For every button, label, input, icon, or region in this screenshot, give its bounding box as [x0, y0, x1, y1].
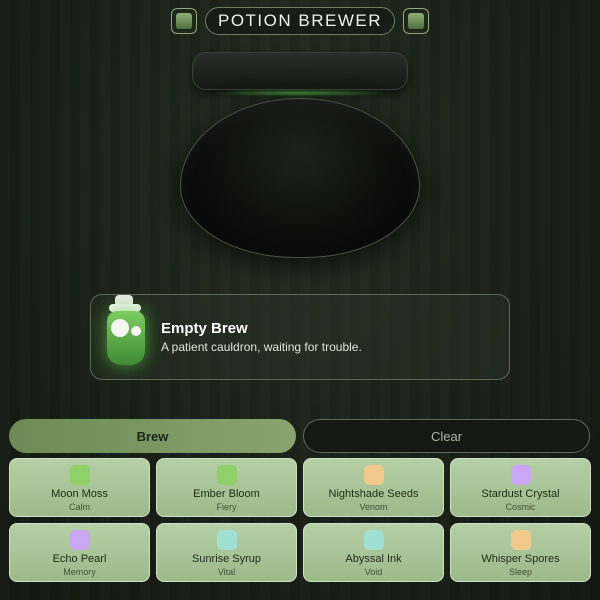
ingredient-name: Whisper Spores — [481, 553, 560, 565]
app-title: POTION BREWER — [204, 7, 395, 35]
ingredient-swatch-icon — [510, 465, 531, 485]
square-icon — [175, 13, 192, 29]
ingredient-swatch-icon — [216, 530, 237, 550]
clear-button[interactable]: Clear — [303, 419, 590, 453]
ingredient-effect: Memory — [63, 567, 96, 577]
ingredient-card[interactable]: Abyssal Ink Void — [303, 523, 444, 582]
ingredient-effect: Calm — [68, 502, 90, 512]
ingredient-effect: Void — [364, 567, 383, 577]
ingredient-name: Abyssal Ink — [345, 553, 402, 565]
ingredient-swatch-icon — [363, 530, 384, 550]
ingredient-card[interactable]: Echo Pearl Memory — [9, 523, 150, 582]
top-bar: POTION BREWER — [0, 6, 600, 36]
brew-button[interactable]: Brew — [9, 419, 296, 453]
ingredient-name: Nightshade Seeds — [328, 488, 419, 500]
ingredient-name: Stardust Crystal — [481, 488, 560, 500]
ingredient-name: Sunrise Syrup — [191, 553, 262, 565]
ingredient-card[interactable]: Whisper Spores Sleep — [450, 523, 591, 582]
ingredient-swatch-icon — [69, 465, 90, 485]
ingredient-effect: Cosmic — [505, 502, 536, 512]
ingredient-card[interactable]: Nightshade Seeds Venom — [303, 458, 444, 517]
brew-info-card: Empty Brew A patient cauldron, waiting f… — [90, 294, 510, 380]
square-icon — [408, 13, 424, 29]
brew-description: A patient cauldron, waiting for trouble. — [161, 340, 362, 354]
ingredient-name: Moon Moss — [51, 488, 108, 500]
left-menu-button[interactable] — [170, 8, 197, 34]
ingredient-effect: Sleep — [508, 567, 533, 577]
ingredient-swatch-icon — [216, 465, 237, 485]
cauldron-lid — [192, 52, 408, 90]
potion-bottle-icon — [107, 295, 145, 379]
brew-name: Empty Brew — [161, 320, 248, 337]
ingredient-card[interactable]: Ember Bloom Fiery — [156, 458, 297, 517]
ingredient-effect: Fiery — [216, 502, 237, 512]
right-menu-button[interactable] — [403, 8, 429, 34]
ingredient-card[interactable]: Sunrise Syrup Vital — [156, 523, 297, 582]
ingredient-swatch-icon — [69, 530, 90, 550]
ingredient-effect: Vital — [217, 567, 236, 577]
cauldron[interactable] — [180, 98, 420, 258]
ingredient-name: Ember Bloom — [193, 488, 260, 500]
ingredient-swatch-icon — [363, 465, 384, 485]
ingredient-card[interactable]: Moon Moss Calm — [9, 458, 150, 517]
ingredient-card[interactable]: Stardust Crystal Cosmic — [450, 458, 591, 517]
ingredient-swatch-icon — [510, 530, 531, 550]
cauldron-glow — [210, 90, 390, 96]
ingredient-name: Echo Pearl — [52, 553, 107, 565]
ingredient-grid: Moon Moss Calm Ember Bloom Fiery Nightsh… — [9, 458, 591, 582]
ingredient-effect: Venom — [359, 502, 388, 512]
